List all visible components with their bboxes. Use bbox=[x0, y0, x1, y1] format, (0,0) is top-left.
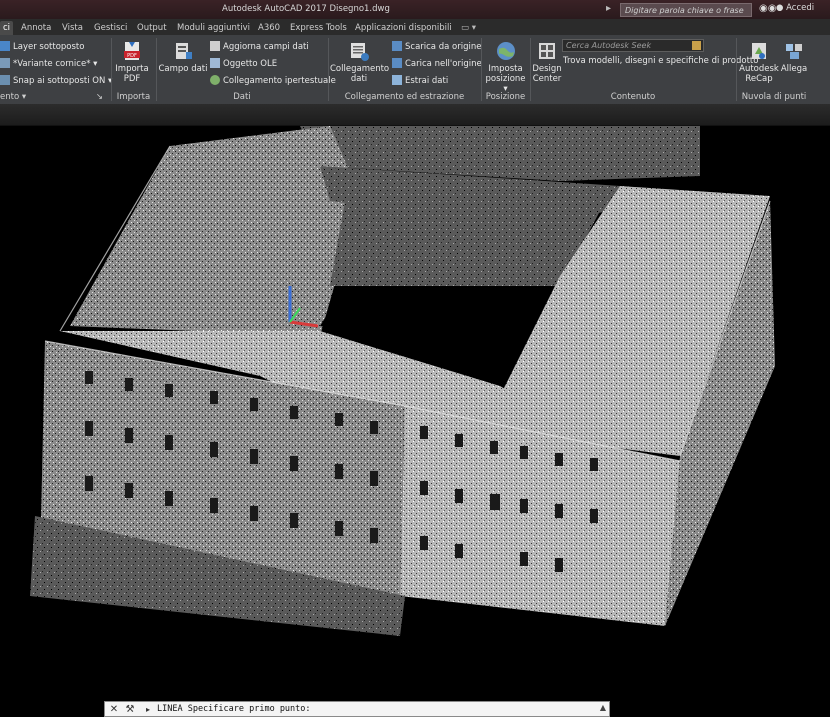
dialog-launcher-icon[interactable]: ↘ bbox=[96, 92, 103, 102]
tab-annota[interactable]: Annota bbox=[21, 21, 51, 35]
globe-icon bbox=[496, 42, 515, 60]
svg-text:PDF: PDF bbox=[127, 53, 137, 59]
oggetto-ole-button[interactable]: Oggetto OLE bbox=[210, 58, 277, 69]
command-prompt-text: LINEA Specificare primo punto: bbox=[157, 704, 311, 714]
tab-output[interactable]: Output bbox=[137, 21, 167, 35]
sign-in-button[interactable]: ● Accedi bbox=[776, 3, 814, 13]
window-title: Autodesk AutoCAD 2017 Disegno1.dwg bbox=[222, 4, 390, 14]
tab-gestisci[interactable]: Gestisci bbox=[94, 21, 127, 35]
tab-overflow-icon[interactable]: ▭ ▾ bbox=[461, 21, 476, 35]
scarica-label: Scarica da origine bbox=[405, 42, 482, 52]
recap-icon bbox=[752, 43, 766, 59]
collegamento-ipertestuale-button[interactable]: Collegamento ipertestuale bbox=[210, 75, 336, 86]
search-input[interactable]: Digitare parola chiave o frase bbox=[620, 3, 752, 17]
variante-cornice-dropdown[interactable]: *Variante cornice* ▾ bbox=[0, 58, 97, 69]
imposta-posizione-button[interactable]: Imposta posizione ▾ bbox=[483, 40, 528, 94]
design-center-button[interactable]: Design Center bbox=[532, 40, 562, 84]
estrai-label: Estrai dati bbox=[405, 76, 449, 86]
refresh-fields-icon bbox=[210, 41, 220, 51]
ribbon-bottom-strip bbox=[0, 104, 830, 126]
allega-label: Allega bbox=[780, 64, 808, 74]
collegamento-dati-button[interactable]: Collegamento dati bbox=[330, 40, 390, 84]
seek-search-input[interactable]: Cerca Autodesk Seek bbox=[562, 39, 704, 52]
autodesk-recap-button[interactable]: Autodesk ReCap bbox=[738, 40, 780, 84]
aggiorna-label: Aggiorna campi dati bbox=[223, 42, 309, 52]
tab-vista[interactable]: Vista bbox=[62, 21, 83, 35]
panel-title-contenuto: Contenuto bbox=[610, 92, 656, 102]
tab-inserisci[interactable]: ci bbox=[0, 21, 14, 35]
extract-data-icon bbox=[392, 75, 402, 85]
estrai-dati-button[interactable]: Estrai dati bbox=[392, 75, 448, 86]
importa-pdf-label: Importa PDF bbox=[115, 64, 149, 84]
snap-icon bbox=[0, 75, 10, 85]
panel-title-collegamento: Collegamento ed estrazione bbox=[344, 92, 465, 102]
point-cloud-building bbox=[30, 126, 775, 636]
wrench-icon[interactable]: ⚒ bbox=[123, 703, 137, 716]
campo-dati-button[interactable]: Campo dati bbox=[158, 40, 208, 74]
design-center-label: Design Center bbox=[532, 64, 562, 84]
drawing-viewport[interactable] bbox=[0, 126, 830, 700]
search-icon[interactable]: ▸ bbox=[606, 3, 618, 15]
design-center-icon bbox=[539, 43, 555, 59]
aggiorna-campi-dati-button[interactable]: Aggiorna campi dati bbox=[210, 41, 309, 52]
importa-pdf-button[interactable]: PDF Importa PDF bbox=[113, 40, 151, 84]
tab-express-tools[interactable]: Express Tools bbox=[290, 21, 347, 35]
frame-icon bbox=[0, 58, 10, 68]
tab-applicazioni-disponibili[interactable]: Applicazioni disponibili bbox=[355, 21, 452, 35]
carica-nell-origine-button[interactable]: Carica nell'origine bbox=[392, 58, 482, 69]
chevron-down-icon: ▾ bbox=[93, 59, 98, 69]
hyperlink-icon bbox=[210, 75, 220, 85]
pdf-import-icon: PDF bbox=[124, 42, 140, 60]
carica-label: Carica nell'origine bbox=[405, 59, 482, 69]
title-bar: Autodesk AutoCAD 2017 Disegno1.dwg ▸ Dig… bbox=[0, 0, 830, 19]
collegamento-iper-label: Collegamento ipertestuale bbox=[223, 76, 336, 86]
command-prompt-icon: ▸ bbox=[145, 705, 150, 714]
layer-icon bbox=[0, 41, 10, 51]
tab-moduli-aggiuntivi[interactable]: Moduli aggiuntivi bbox=[177, 21, 250, 35]
snap-label: Snap ai sottoposti ON bbox=[13, 76, 106, 86]
panel-title-importa: Importa bbox=[116, 92, 151, 102]
imposta-posizione-label: Imposta posizione bbox=[485, 64, 526, 84]
panel-title-dati: Dati bbox=[233, 92, 251, 102]
ole-object-icon bbox=[210, 58, 220, 68]
oggetto-ole-label: Oggetto OLE bbox=[223, 59, 278, 69]
download-source-icon bbox=[392, 41, 402, 51]
layer-sottoposto-button[interactable]: Layer sottoposto bbox=[0, 41, 84, 52]
close-icon[interactable]: ✕ bbox=[107, 703, 121, 716]
upload-source-icon bbox=[392, 58, 402, 68]
allega-button[interactable]: Allega bbox=[780, 40, 808, 74]
command-line[interactable]: ✕ ⚒ ▸ LINEA Specificare primo punto: ▲ bbox=[104, 701, 610, 717]
seek-search-icon[interactable] bbox=[692, 41, 701, 50]
binoculars-icon[interactable]: ◉◉ bbox=[759, 3, 776, 14]
tab-a360[interactable]: A360 bbox=[258, 21, 280, 35]
layer-sottoposto-label: Layer sottoposto bbox=[13, 42, 85, 52]
panel-title-riferimento[interactable]: ento ▾ ↘ bbox=[0, 92, 105, 102]
campo-dati-label: Campo dati bbox=[158, 64, 208, 74]
data-field-icon bbox=[176, 43, 192, 59]
recap-label: Autodesk ReCap bbox=[739, 64, 779, 84]
panel-title-riferimento-label: ento bbox=[0, 92, 20, 102]
variante-label: *Variante cornice* bbox=[13, 59, 91, 69]
panel-title-nuvola: Nuvola di punti bbox=[741, 92, 807, 102]
panel-title-posizione: Posizione bbox=[485, 92, 526, 102]
data-link-icon bbox=[351, 43, 369, 61]
snap-sottoposti-dropdown[interactable]: Snap ai sottoposti ON ▾ bbox=[0, 75, 112, 86]
collegamento-dati-label: Collegamento dati bbox=[330, 64, 390, 84]
scarica-da-origine-button[interactable]: Scarica da origine bbox=[392, 41, 481, 52]
trova-modelli-text: Trova modelli, disegni e specifiche di p… bbox=[563, 56, 759, 66]
seek-placeholder: Cerca Autodesk Seek bbox=[566, 41, 652, 50]
command-history-up-icon[interactable]: ▲ bbox=[600, 703, 606, 712]
sign-in-label: Accedi bbox=[786, 3, 815, 13]
point-cloud-attach-icon bbox=[786, 44, 802, 59]
ribbon-tabs: ci Annota Vista Gestisci Output Moduli a… bbox=[0, 19, 830, 36]
